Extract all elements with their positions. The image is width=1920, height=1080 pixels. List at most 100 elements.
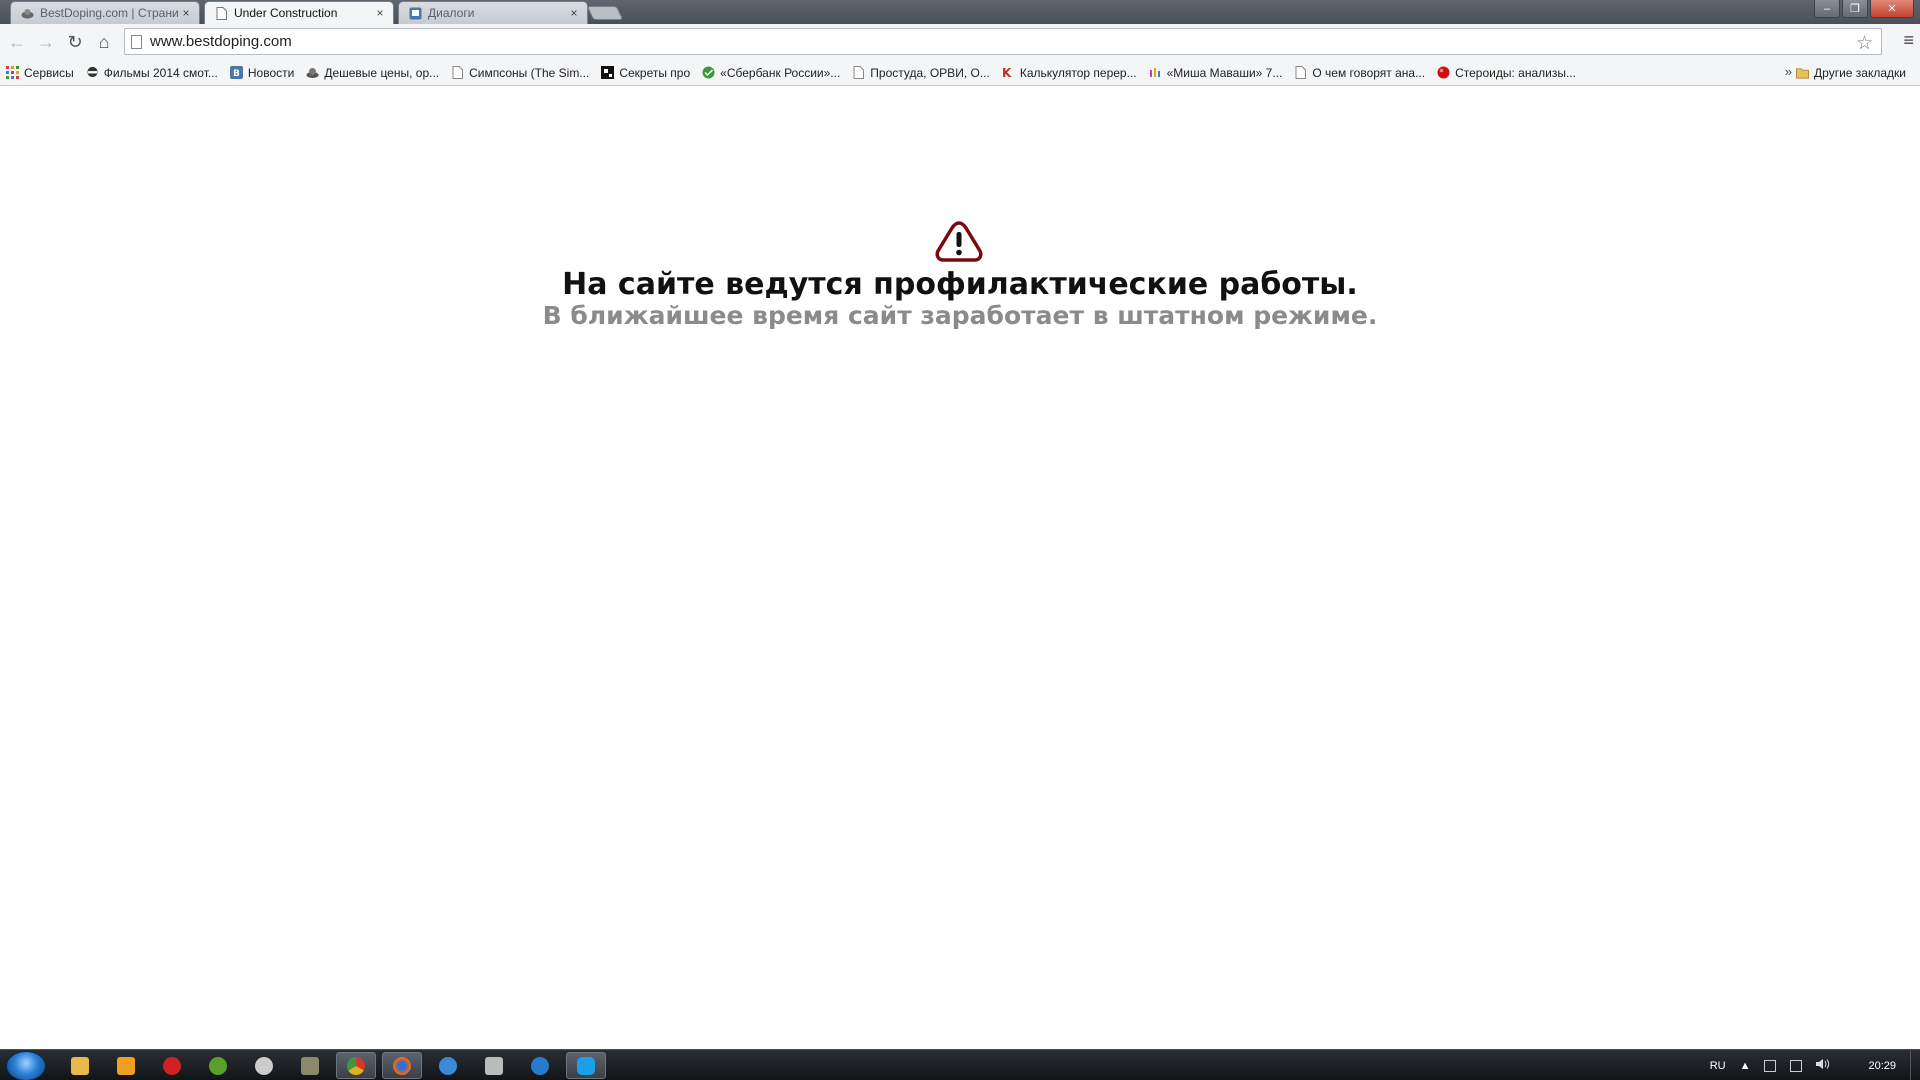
cart-icon	[306, 66, 319, 79]
network-status-icon[interactable]	[1790, 1059, 1803, 1072]
minimize-button[interactable]: –	[1814, 0, 1840, 18]
taskbar-ie-blue[interactable]	[428, 1052, 468, 1079]
taskbar-ie[interactable]	[520, 1052, 560, 1079]
warning-icon	[935, 221, 983, 262]
bookmark-secrets[interactable]: Секреты про	[595, 62, 696, 84]
restore-button[interactable]: ❐	[1842, 0, 1868, 18]
network-icon	[255, 1056, 273, 1075]
back-button[interactable]: ←	[3, 28, 31, 56]
other-bookmarks-folder[interactable]: Другие закладки	[1790, 62, 1912, 84]
forward-button[interactable]: →	[32, 28, 60, 56]
action-center-icon[interactable]	[1764, 1059, 1777, 1072]
bookmark-label: «Миша Маваши» 7...	[1166, 65, 1283, 80]
bookmark-label: Простуда, ОРВИ, О...	[870, 65, 990, 80]
bookmark-label: Фильмы 2014 смот...	[103, 65, 218, 80]
bookmark-steroids[interactable]: Стероиды: анализы...	[1431, 62, 1582, 84]
media-player-icon	[117, 1056, 135, 1075]
taskbar-skype[interactable]	[566, 1052, 606, 1079]
tab-title: Under Construction	[234, 6, 338, 20]
bookmark-label: Другие закладки	[1814, 66, 1906, 80]
tab-close-icon[interactable]: ×	[179, 6, 193, 20]
tab-strip: BestDoping.com | Страни × Under Construc…	[0, 0, 1920, 24]
bookmark-cold[interactable]: Простуда, ОРВИ, О...	[846, 62, 996, 84]
svg-text:B: B	[233, 69, 240, 79]
taskbar-firefox[interactable]	[382, 1052, 422, 1079]
svg-text:K: K	[1002, 66, 1012, 79]
window-controls: – ❐ ✕	[1814, 0, 1914, 18]
bookmark-label: Симпсоны (The Sim...	[469, 65, 590, 80]
bookmark-services[interactable]: Сервисы	[0, 62, 80, 84]
ie-icon	[531, 1056, 549, 1075]
bookmark-label: Стероиды: анализы...	[1455, 65, 1576, 80]
apps-icon	[6, 66, 19, 79]
bookmark-films[interactable]: Фильмы 2014 смот...	[80, 62, 224, 84]
tab-dialogs[interactable]: Диалоги ×	[398, 1, 588, 24]
bookmark-star-icon[interactable]: ☆	[1856, 32, 1873, 55]
bookmark-sberbank[interactable]: «Сбербанк России»...	[696, 62, 846, 84]
tab-under-construction[interactable]: Under Construction ×	[204, 1, 394, 24]
windows-taskbar: RU ▲ 20:29	[0, 1049, 1920, 1080]
taskbar-game[interactable]	[290, 1052, 330, 1079]
reload-button[interactable]: ↻	[61, 28, 89, 56]
red-dot-icon	[1437, 66, 1450, 79]
show-desktop-button[interactable]	[1910, 1050, 1920, 1080]
language-indicator[interactable]: RU	[1710, 1060, 1726, 1072]
firefox-icon	[393, 1056, 411, 1075]
bookmark-calculator[interactable]: K Калькулятор перер...	[996, 62, 1143, 84]
bookmark-label: Новости	[247, 65, 295, 80]
vk-icon: B	[229, 66, 243, 79]
home-button[interactable]: ⌂	[90, 28, 118, 56]
bookmark-analyses[interactable]: О чем говорят ана...	[1288, 62, 1431, 84]
taskbar-tool[interactable]	[474, 1052, 514, 1079]
taskbar-media-player[interactable]	[106, 1052, 146, 1079]
taskbar-explorer[interactable]	[60, 1052, 100, 1079]
bookmark-misha[interactable]: «Миша Маваши» 7...	[1143, 62, 1289, 84]
taskbar-chrome[interactable]	[336, 1052, 376, 1079]
explorer-icon	[71, 1056, 89, 1075]
bookmark-label: Секреты про	[619, 65, 691, 80]
close-window-button[interactable]: ✕	[1870, 0, 1914, 18]
bookmark-simpsons[interactable]: Симпсоны (The Sim...	[445, 62, 595, 84]
maintenance-heading: На сайте ведутся профилактические работы…	[562, 267, 1358, 302]
browser-toolbar: ← → ↻ ⌂ www.bestdoping.com ☆ ≡	[0, 24, 1920, 60]
bookmark-label: О чем говорят ана...	[1312, 65, 1426, 80]
volume-icon[interactable]	[1816, 1058, 1830, 1073]
vk-favicon-icon	[409, 7, 422, 20]
bookmark-label: Калькулятор перер...	[1019, 65, 1137, 80]
bookmark-news[interactable]: B Новости	[224, 62, 300, 84]
bookmark-label: «Сбербанк России»...	[720, 65, 841, 80]
taskbar-utorrent[interactable]	[198, 1052, 238, 1079]
tab-close-icon[interactable]: ×	[373, 6, 387, 20]
start-button[interactable]	[6, 1051, 46, 1080]
k-icon: K	[1002, 66, 1015, 79]
tab-title: BestDoping.com | Страни	[40, 6, 179, 20]
page-content: На сайте ведутся профилактические работы…	[0, 87, 1920, 1049]
tool-icon	[485, 1056, 503, 1075]
chrome-icon	[347, 1056, 365, 1075]
qr-icon	[601, 66, 615, 79]
bookmarks-bar: Сервисы Фильмы 2014 смот... B Новости Де…	[0, 60, 1920, 86]
taskbar-network[interactable]	[244, 1052, 284, 1079]
tray-expand-icon[interactable]: ▲	[1740, 1060, 1751, 1072]
tab-bestdoping[interactable]: BestDoping.com | Страни ×	[10, 1, 200, 24]
clock[interactable]: 20:29	[1868, 1060, 1896, 1072]
app-red-icon	[163, 1056, 181, 1075]
new-tab-button[interactable]	[586, 6, 624, 20]
ie-blue-icon	[439, 1056, 457, 1075]
chrome-menu-button[interactable]: ≡	[1903, 30, 1914, 51]
address-bar[interactable]: www.bestdoping.com ☆	[124, 28, 1882, 55]
site-favicon-icon	[21, 7, 34, 20]
page-icon	[852, 66, 865, 79]
bookmark-label: Дешевые цены, ор...	[324, 65, 440, 80]
m-icon	[1149, 66, 1162, 79]
bookmark-cheap-prices[interactable]: Дешевые цены, ор...	[300, 62, 445, 84]
skype-icon	[577, 1056, 595, 1075]
system-tray: RU ▲ 20:29	[1710, 1050, 1910, 1080]
page-icon	[451, 66, 464, 79]
page-icon	[215, 6, 228, 20]
url-text: www.bestdoping.com	[150, 33, 292, 50]
utorrent-icon	[209, 1056, 227, 1075]
tab-close-icon[interactable]: ×	[567, 6, 581, 20]
folder-icon	[1796, 67, 1810, 80]
taskbar-app-red[interactable]	[152, 1052, 192, 1079]
